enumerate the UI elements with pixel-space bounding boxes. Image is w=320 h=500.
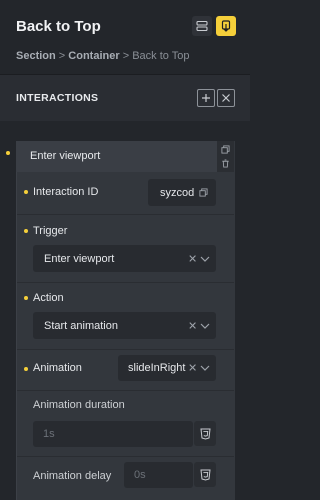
interaction-id-value: syzcod bbox=[160, 186, 195, 199]
interaction-card-header[interactable]: Enter viewport bbox=[16, 141, 217, 172]
interactions-title: INTERACTIONS bbox=[16, 92, 99, 104]
animation-value: slideInRight bbox=[128, 362, 186, 374]
add-interaction-button[interactable] bbox=[197, 89, 215, 107]
close-icon bbox=[222, 94, 230, 102]
field-modified-dot bbox=[24, 229, 28, 233]
breadcrumb-current: Back to Top bbox=[132, 50, 190, 62]
structure-button[interactable] bbox=[192, 16, 212, 36]
interaction-card-tools bbox=[217, 141, 234, 172]
clear-x-icon[interactable]: ✕ bbox=[188, 319, 197, 332]
page-title: Back to Top bbox=[16, 18, 101, 35]
breadcrumb-separator: > bbox=[58, 50, 66, 62]
action-value: Start animation bbox=[44, 319, 118, 332]
row-divider bbox=[17, 282, 234, 283]
field-modified-dot bbox=[24, 367, 28, 371]
animation-delay-placeholder: 0s bbox=[134, 469, 146, 481]
copy-icon[interactable] bbox=[199, 188, 208, 197]
chevron-down-icon bbox=[200, 365, 210, 371]
animation-delay-label: Animation delay bbox=[33, 470, 112, 482]
trigger-select[interactable]: Enter viewport ✕ bbox=[33, 245, 216, 272]
interaction-id-field[interactable]: syzcod bbox=[148, 179, 216, 206]
field-modified-dot bbox=[24, 296, 28, 300]
action-select[interactable]: Start animation ✕ bbox=[33, 312, 216, 339]
row-divider bbox=[17, 456, 234, 457]
action-label: Action bbox=[33, 292, 64, 304]
animation-select[interactable]: slideInRight ✕ bbox=[118, 355, 216, 381]
breadcrumb-container[interactable]: Container bbox=[68, 50, 119, 62]
interaction-title: Enter viewport bbox=[30, 150, 101, 162]
clear-x-icon[interactable]: ✕ bbox=[188, 362, 197, 375]
animation-duration-placeholder: 1s bbox=[43, 428, 55, 440]
clear-x-icon[interactable]: ✕ bbox=[188, 252, 197, 265]
trigger-value: Enter viewport bbox=[44, 252, 115, 265]
panel-header: Back to Top Section > Container > Back t… bbox=[0, 0, 250, 74]
animation-duration-input[interactable]: 1s bbox=[33, 421, 193, 447]
trigger-label: Trigger bbox=[33, 225, 68, 237]
animation-delay-input[interactable]: 0s bbox=[124, 462, 193, 488]
copy-icon[interactable] bbox=[221, 145, 230, 154]
css3-icon bbox=[199, 469, 211, 481]
interactions-section-header: INTERACTIONS bbox=[0, 75, 250, 121]
trash-icon[interactable] bbox=[221, 159, 230, 168]
chevron-down-icon bbox=[200, 256, 210, 262]
interaction-target-button[interactable] bbox=[216, 16, 236, 36]
breadcrumb-section[interactable]: Section bbox=[16, 50, 56, 62]
breadcrumb-separator: > bbox=[122, 50, 130, 62]
animation-duration-label: Animation duration bbox=[33, 399, 125, 411]
field-modified-dot bbox=[24, 190, 28, 194]
row-divider bbox=[17, 390, 234, 391]
breadcrumb: Section > Container > Back to Top bbox=[16, 50, 189, 62]
row-divider bbox=[17, 349, 234, 350]
css3-icon bbox=[199, 428, 211, 440]
animation-label: Animation bbox=[33, 362, 82, 374]
interaction-id-label: Interaction ID bbox=[33, 186, 99, 198]
target-icon bbox=[221, 20, 231, 32]
css-unit-button[interactable] bbox=[194, 462, 216, 487]
plus-icon bbox=[202, 94, 210, 102]
chevron-down-icon bbox=[200, 323, 210, 329]
css-unit-button[interactable] bbox=[194, 421, 216, 446]
row-divider bbox=[17, 214, 234, 215]
close-interactions-button[interactable] bbox=[217, 89, 235, 107]
item-active-dot bbox=[6, 151, 10, 155]
structure-icon bbox=[196, 20, 208, 32]
